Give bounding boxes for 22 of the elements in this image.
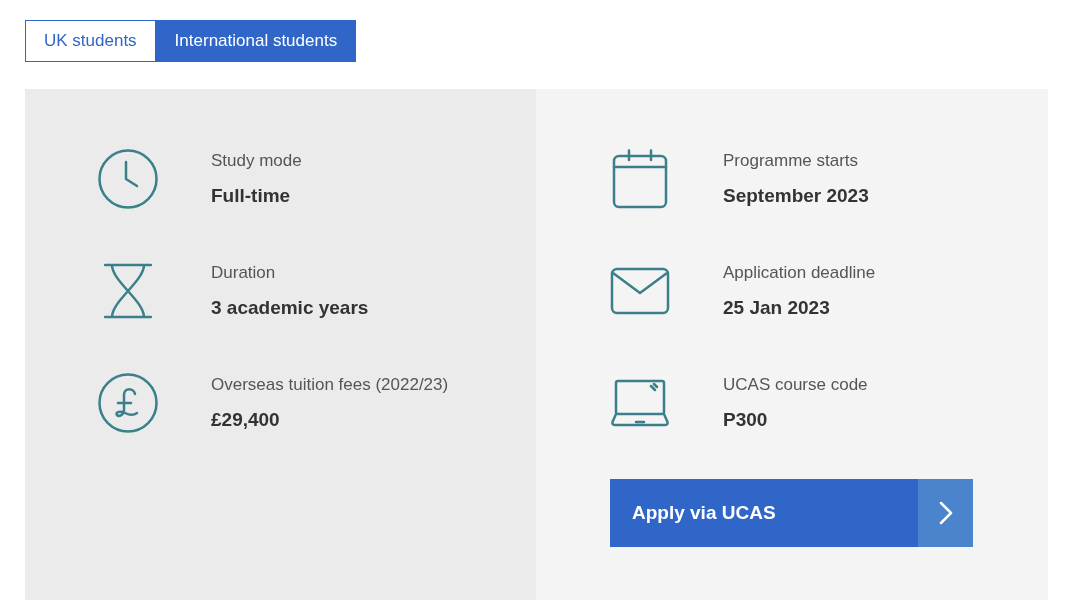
student-type-tab[interactable]: UK students: [25, 20, 156, 62]
pound-coin-icon: [98, 373, 158, 433]
apply-button[interactable]: Apply via UCAS: [610, 479, 973, 547]
detail-value: £29,400: [211, 408, 281, 432]
detail-label: Duration: [211, 262, 277, 284]
student-type-tab[interactable]: International students: [155, 20, 357, 62]
detail-label: Overseas tuition fees (2022/23): [211, 374, 449, 396]
calendar-icon: [612, 149, 668, 209]
detail-value: September 2023: [723, 184, 869, 208]
detail-value: P300: [723, 408, 769, 432]
detail-value: 3 academic years: [211, 296, 369, 320]
detail-label: Programme starts: [723, 150, 860, 172]
detail-label: UCAS course code: [723, 374, 868, 396]
detail-label: Application deadline: [723, 262, 876, 284]
laptop-icon: [611, 379, 669, 427]
detail-value: 25 Jan 2023: [723, 296, 831, 320]
detail-value: Full-time: [211, 184, 292, 208]
chevron-right-icon: [918, 479, 973, 547]
envelope-icon: [610, 267, 670, 315]
clock-icon: [98, 149, 158, 209]
detail-label: Study mode: [211, 150, 302, 172]
hourglass-icon: [104, 263, 152, 319]
